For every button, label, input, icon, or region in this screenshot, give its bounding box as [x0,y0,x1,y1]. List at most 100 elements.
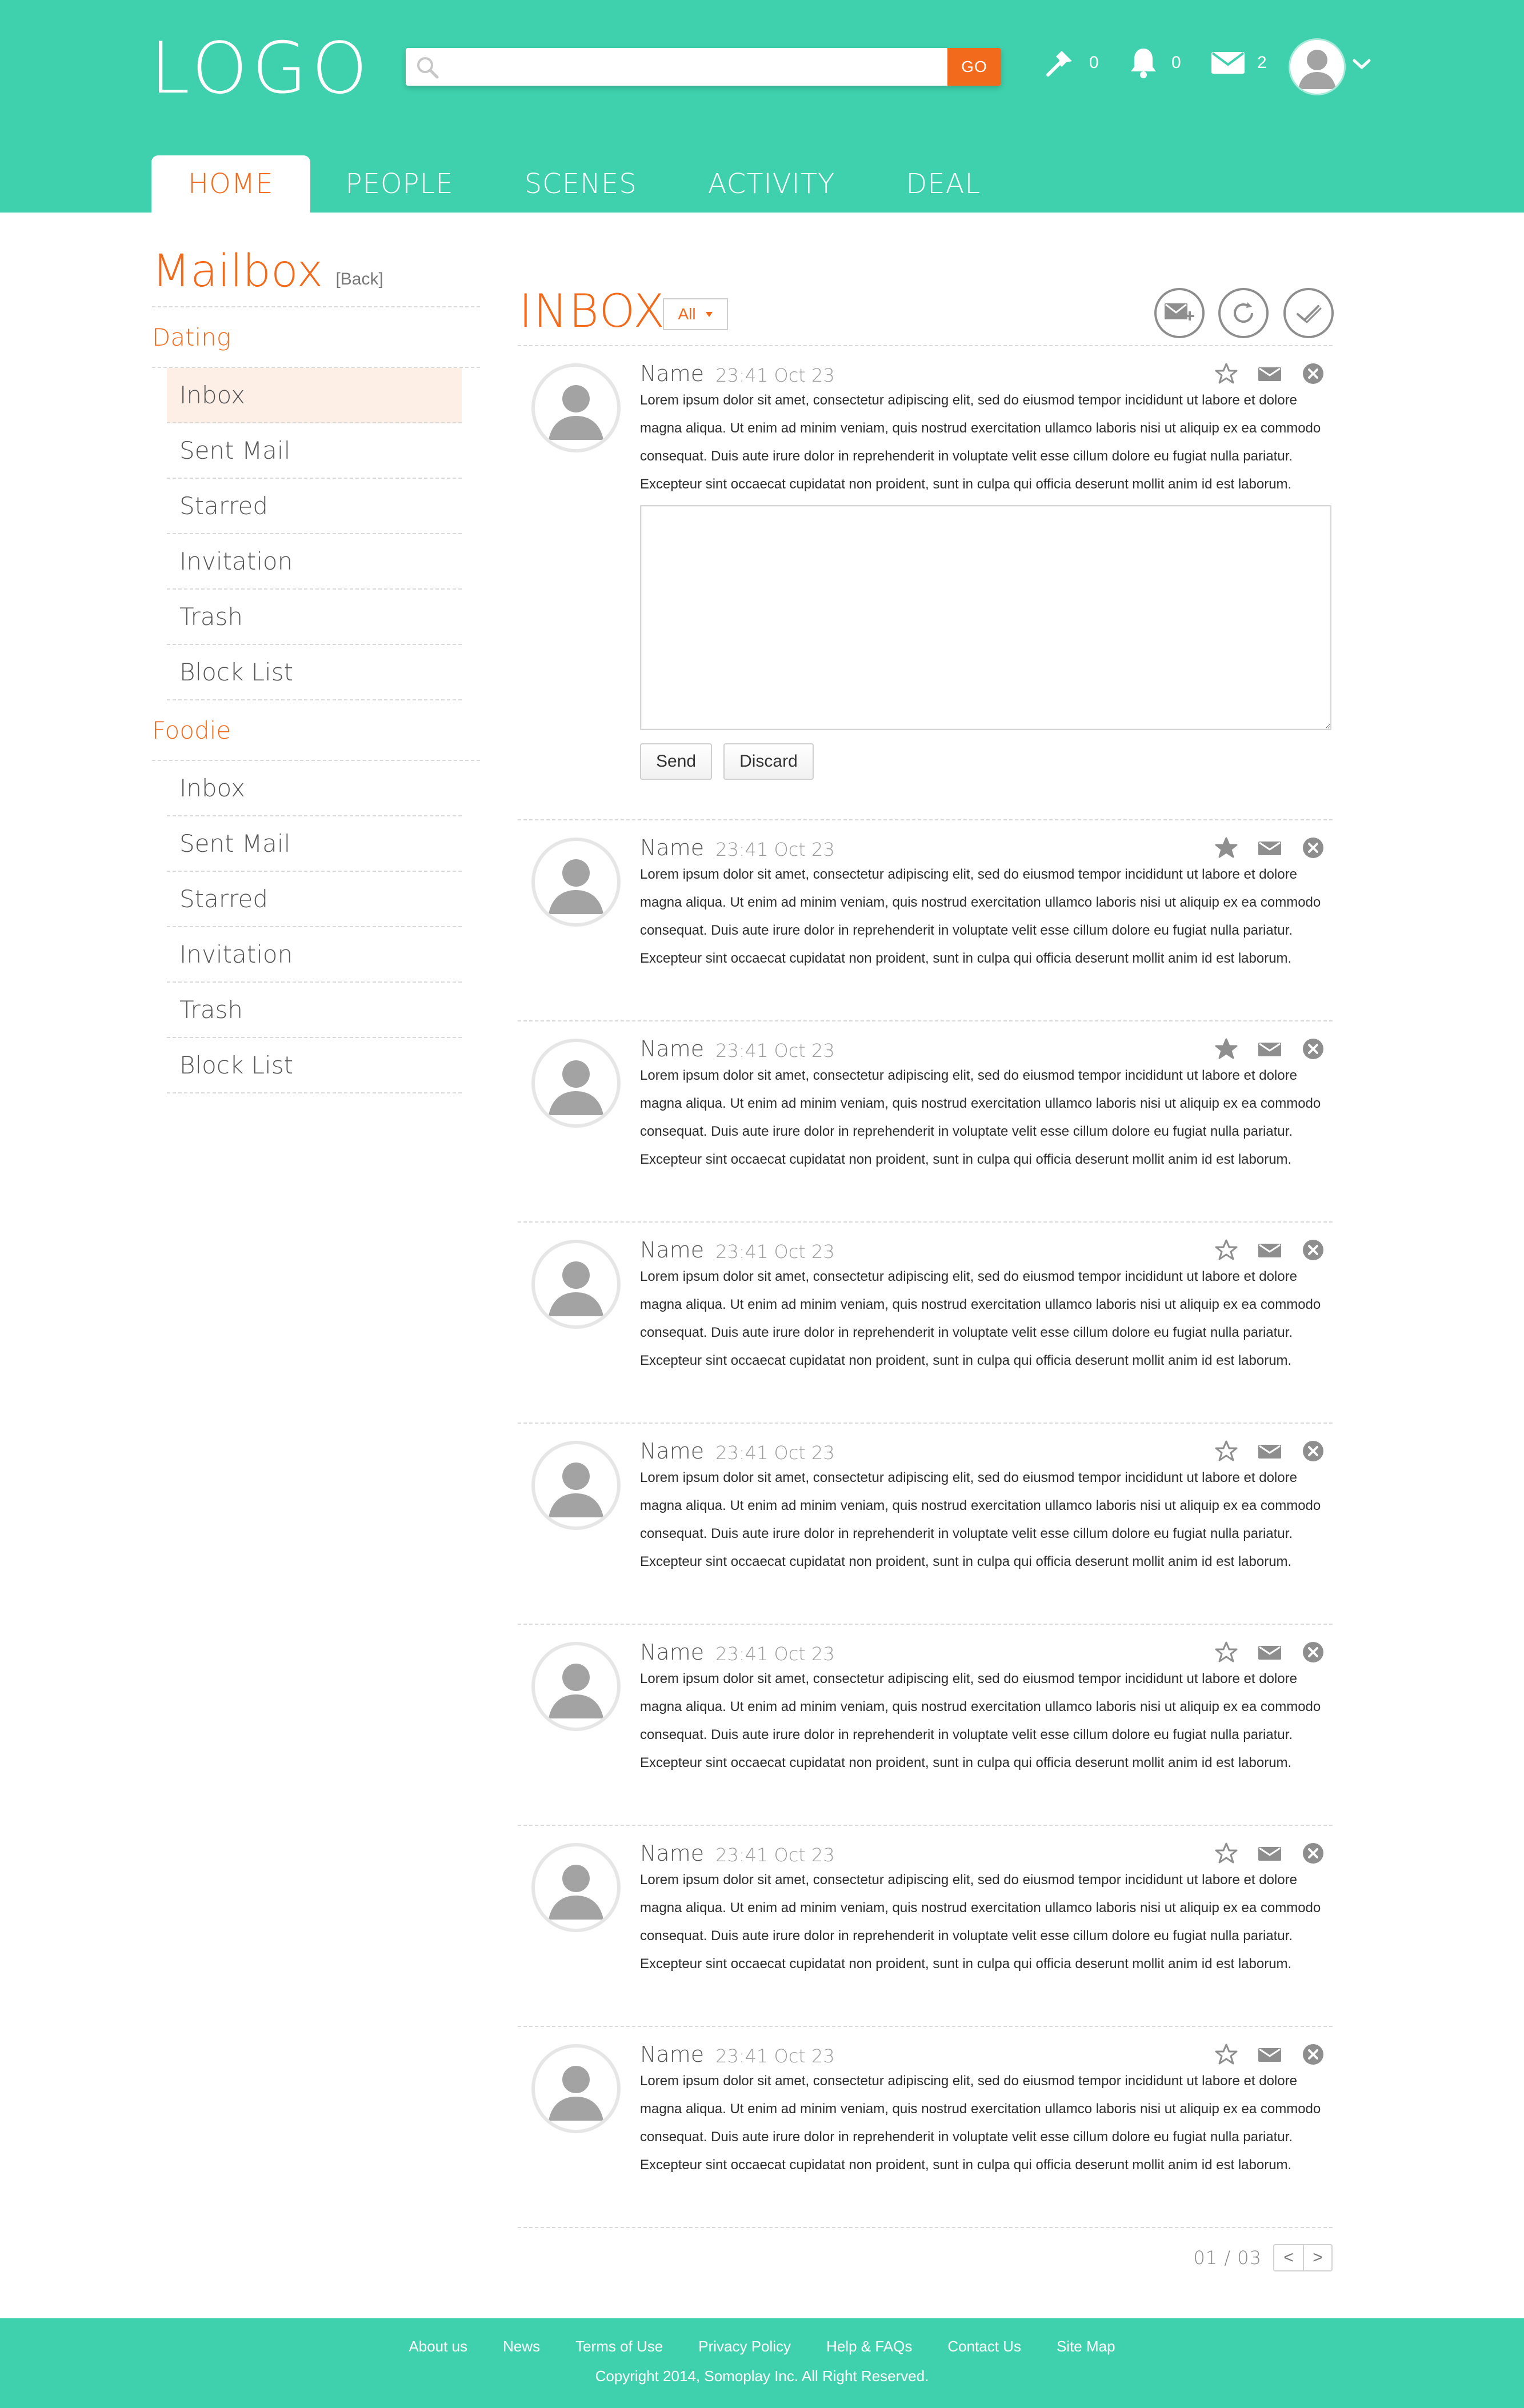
sender-avatar[interactable] [531,1843,621,1932]
sidebar-item-foodie-block-list[interactable]: Block List [167,1038,462,1093]
sender-avatar[interactable] [531,363,621,452]
sender-avatar[interactable] [531,1240,621,1329]
sidebar-item-foodie-starred[interactable]: Starred [167,872,462,927]
notifications-indicator[interactable]: 0 [1127,46,1181,80]
delete-icon[interactable] [1302,1641,1325,1664]
sidebar-item-foodie-trash[interactable]: Trash [167,983,462,1038]
tab-activity[interactable]: ACTIVITY [673,155,871,213]
sidebar-item-dating-trash[interactable]: Trash [167,590,462,645]
sender-name[interactable]: Name [640,2042,704,2067]
star-icon[interactable] [1215,836,1238,859]
sender-avatar[interactable] [531,1039,621,1128]
user-avatar[interactable] [1290,40,1344,94]
tab-scenes[interactable]: SCENES [489,155,673,213]
main-nav: HOME PEOPLE SCENES ACTIVITY DEAL [151,155,1016,213]
delete-icon[interactable] [1302,1842,1325,1865]
search-input[interactable] [449,53,941,81]
delete-icon[interactable] [1302,2043,1325,2066]
sidebar-item-foodie-sent-mail[interactable]: Sent Mail [167,816,462,872]
refresh-button[interactable] [1218,288,1269,338]
reply-actions: Send Discard [640,743,1333,780]
footer-link-contact[interactable]: Contact Us [947,2338,1021,2355]
star-icon[interactable] [1215,1239,1238,1261]
star-icon[interactable] [1215,1842,1238,1865]
sidebar-item-dating-invitation[interactable]: Invitation [167,534,462,590]
message-item[interactable]: Name 23:41 Oct 23 Lorem ipsum dolor sit … [518,820,1333,1021]
message-actions [1215,362,1325,385]
message-actions [1215,836,1325,859]
sidebar-item-dating-block-list[interactable]: Block List [167,645,462,700]
sidebar-item-foodie-invitation[interactable]: Invitation [167,927,462,983]
message-item[interactable]: Name 23:41 Oct 23 Lorem ipsum dolor sit … [518,1021,1333,1223]
delete-icon[interactable] [1302,836,1325,859]
delete-icon[interactable] [1302,1440,1325,1463]
delete-icon[interactable] [1302,1239,1325,1261]
sender-name[interactable]: Name [640,1640,704,1665]
avatar-icon [549,1664,603,1718]
message-item[interactable]: Name 23:41 Oct 23 Lorem ipsum dolor sit … [518,1826,1333,2027]
sender-avatar[interactable] [531,2044,621,2133]
sidebar-item-dating-sent-mail[interactable]: Sent Mail [167,423,462,479]
sidebar-item-foodie-inbox[interactable]: Inbox [167,761,462,816]
sender-name[interactable]: Name [640,1439,704,1464]
delete-icon[interactable] [1302,362,1325,385]
sidebar-item-dating-inbox[interactable]: Inbox [167,368,462,423]
reply-icon[interactable] [1257,1642,1282,1662]
chevron-down-icon[interactable] [1352,57,1371,71]
tab-deal[interactable]: DEAL [870,155,1016,213]
go-button[interactable]: GO [947,48,1001,86]
discard-button[interactable]: Discard [723,743,814,780]
back-link[interactable]: [Back] [335,270,383,289]
message-item[interactable]: Name 23:41 Oct 23 Lorem ipsum dolor sit … [518,1424,1333,1625]
sidebar-item-dating-starred[interactable]: Starred [167,479,462,534]
compose-button[interactable] [1154,288,1205,338]
footer-link-privacy[interactable]: Privacy Policy [698,2338,791,2355]
messages-indicator[interactable]: 2 [1210,46,1267,80]
message-item[interactable]: Name 23:41 Oct 23 Lorem ipsum dolor sit … [518,2027,1333,2228]
message-item[interactable]: Name 23:41 Oct 23 Lorem ipsum dolor sit … [518,1625,1333,1826]
logo[interactable]: LOGO [150,33,372,104]
inbox-toolbar: INBOX All [518,279,1334,346]
reply-textarea[interactable] [640,505,1331,730]
star-icon[interactable] [1215,1037,1238,1060]
star-icon[interactable] [1215,1440,1238,1463]
reply-icon[interactable] [1257,364,1282,383]
star-icon[interactable] [1215,1641,1238,1664]
filter-select[interactable]: All [663,298,728,330]
footer-link-about[interactable]: About us [409,2338,467,2355]
prev-page-button[interactable]: < [1274,2245,1303,2270]
section-foodie[interactable]: Foodie [152,700,480,761]
sender-avatar[interactable] [531,838,621,927]
reply-icon[interactable] [1257,1441,1282,1461]
delete-icon[interactable] [1302,1037,1325,1060]
tab-people[interactable]: PEOPLE [310,155,489,213]
message-item[interactable]: Name 23:41 Oct 23 Lorem ipsum dolor sit … [518,346,1333,820]
message-time: 23:41 Oct 23 [715,1040,835,1061]
next-page-button[interactable]: > [1303,2245,1331,2270]
reply-icon[interactable] [1257,1039,1282,1059]
sender-name[interactable]: Name [640,361,704,386]
star-icon[interactable] [1215,2043,1238,2066]
sender-name[interactable]: Name [640,1036,704,1061]
send-button[interactable]: Send [640,743,713,780]
footer-link-news[interactable]: News [503,2338,540,2355]
footer-link-sitemap[interactable]: Site Map [1057,2338,1115,2355]
reply-icon[interactable] [1257,838,1282,858]
reply-icon[interactable] [1257,1844,1282,1863]
tab-home[interactable]: HOME [151,155,310,213]
reply-icon[interactable] [1257,2045,1282,2064]
mark-all-read-button[interactable] [1283,288,1334,338]
star-icon[interactable] [1215,362,1238,385]
message-item[interactable]: Name 23:41 Oct 23 Lorem ipsum dolor sit … [518,1223,1333,1424]
sender-name[interactable]: Name [640,835,704,860]
footer-link-terms[interactable]: Terms of Use [575,2338,663,2355]
inbox-title: INBOX [519,285,666,338]
pins-indicator[interactable]: 0 [1042,46,1099,80]
footer-link-help[interactable]: Help & FAQs [826,2338,912,2355]
reply-icon[interactable] [1257,1240,1282,1260]
sender-name[interactable]: Name [640,1841,704,1866]
sender-name[interactable]: Name [640,1237,704,1263]
sender-avatar[interactable] [531,1441,621,1530]
section-dating[interactable]: Dating [152,307,480,368]
sender-avatar[interactable] [531,1642,621,1731]
